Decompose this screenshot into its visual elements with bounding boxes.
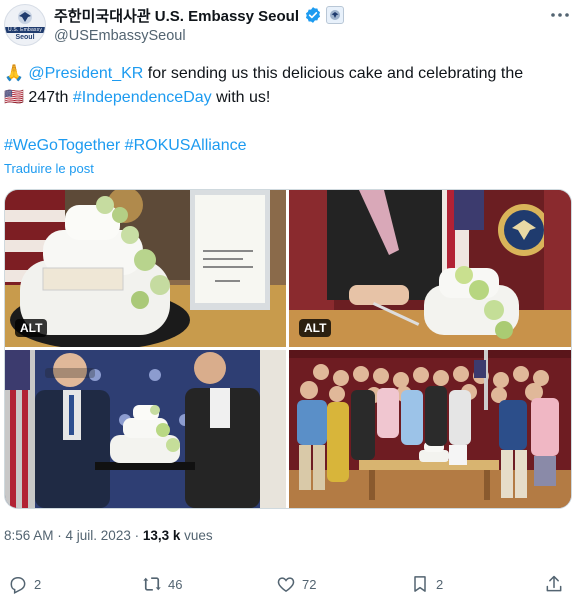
avatar-label-bottom: Seoul [15,34,35,41]
tweet-line-2: 🇺🇸 247th #IndependenceDay with us! [4,86,569,110]
hashtag-wegotogether[interactable]: #WeGoTogether [4,137,120,154]
bookmark-icon [414,576,426,592]
tweet-text-part-1: for sending us this delicious cake and c… [143,65,524,82]
folded-hands-emoji: 🙏 [4,65,24,82]
tweet-text: 🙏 @President_KR for sending us this deli… [4,62,569,110]
display-name[interactable]: 주한미국대사관 U.S. Embassy Seoul [54,5,299,26]
bookmark-count: 2 [436,576,444,592]
more-options-icon[interactable] [548,4,572,26]
share-icon [546,575,562,592]
affiliation-badge-icon[interactable] [326,6,344,24]
verified-badge-icon[interactable] [304,6,322,24]
hashtag-rokusalliance[interactable]: #ROKUSAlliance [125,137,247,154]
photo-cake-handover[interactable] [5,350,286,508]
hashtag-line: #WeGoTogether #ROKUSAlliance [4,134,247,158]
meta-separator-2: · [130,528,143,543]
post-meta: 8:56 AM · 4 juil. 2023 · 13,3 k vues [4,528,213,543]
translate-post-link[interactable]: Traduire le post [4,161,94,176]
views-count: 13,3 k [142,528,181,543]
cake-and-letter-image [5,190,286,347]
like-count: 72 [302,576,317,592]
photo-group[interactable] [289,350,571,508]
action-bar: 2 46 72 2 [0,566,575,604]
tweet-header: U.S. Embassy Seoul 주한미국대사관 U.S. Embassy … [0,0,575,52]
repost-button[interactable]: 46 [142,574,182,594]
mention-link[interactable]: @President_KR [28,65,143,82]
us-flag-emoji: 🇺🇸 [4,89,24,106]
seal-icon [330,10,340,20]
cake-handover-image [5,350,286,508]
post-time[interactable]: 8:56 AM [4,528,54,543]
reply-button[interactable]: 2 [8,574,41,594]
heart-icon [277,577,295,592]
share-button[interactable] [544,574,564,594]
eagle-seal-icon [18,10,32,24]
photo-cake-cutting[interactable]: ALT [289,190,571,347]
cake-cutting-image [289,190,571,347]
tweet-line-1: 🙏 @President_KR for sending us this deli… [4,62,569,86]
post-date[interactable]: 4 juil. 2023 [66,528,131,543]
alt-badge[interactable]: ALT [15,319,48,337]
tweet-text-part-3: with us! [211,89,271,106]
meta-separator: · [53,528,66,543]
photo-cake-and-letter[interactable]: ALT [5,190,286,347]
hashtag-independence-day[interactable]: #IndependenceDay [73,89,212,106]
repost-icon [143,577,161,591]
display-name-row: 주한미국대사관 U.S. Embassy Seoul [54,4,344,26]
account-handle[interactable]: @USEmbassySeoul [54,28,186,44]
tweet-text-part-2: 247th [23,89,73,106]
alt-badge[interactable]: ALT [299,319,332,337]
like-button[interactable]: 72 [276,574,316,594]
media-grid: ALT ALT [4,189,572,509]
repost-count: 46 [168,576,183,592]
reply-count: 2 [34,576,42,592]
avatar[interactable]: U.S. Embassy Seoul [4,4,46,46]
bookmark-button[interactable]: 2 [410,574,443,594]
views-label: vues [180,528,213,543]
avatar-label-top: U.S. Embassy [5,27,45,33]
group-photo-image [289,350,571,508]
reply-icon [10,577,26,594]
